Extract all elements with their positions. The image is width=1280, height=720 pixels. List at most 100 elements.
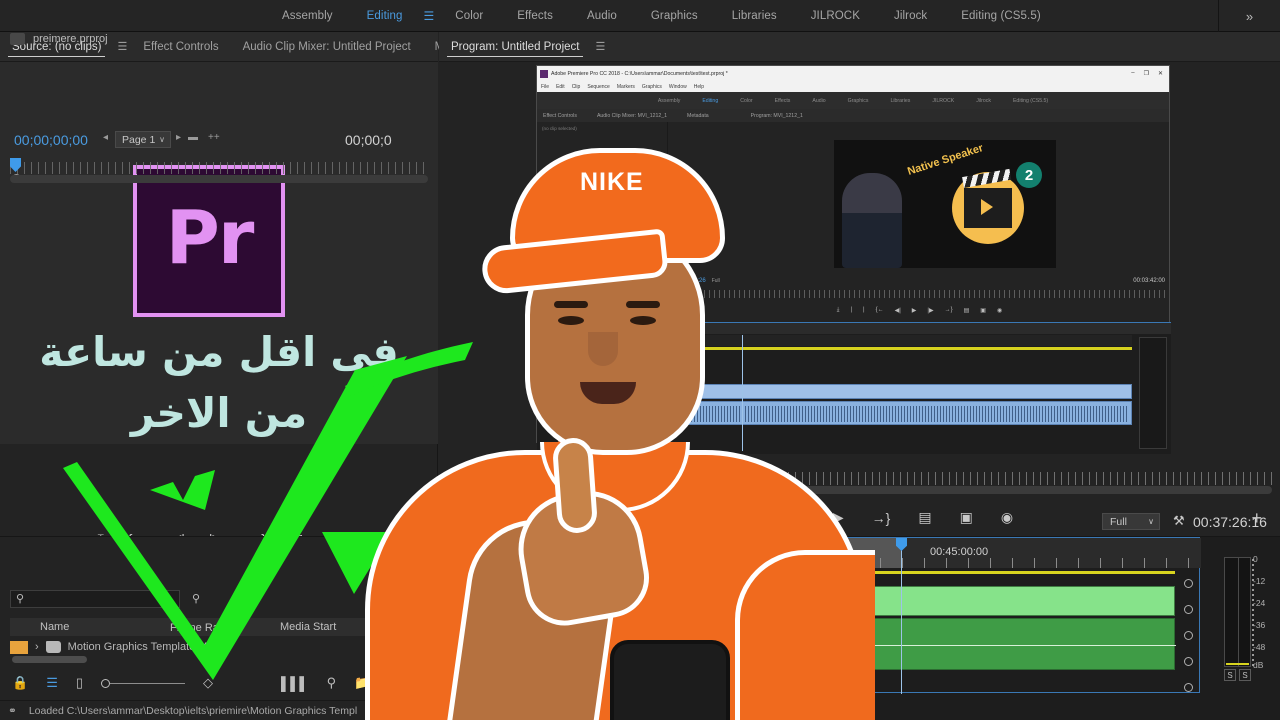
column-header-frame-rate[interactable]: Frame Rate ∧ [170, 621, 280, 634]
nested-menu-markers[interactable]: Markers [617, 84, 635, 90]
program-play-icon[interactable]: |▶ [829, 509, 843, 526]
nested-go-to-out-icon[interactable]: →} [945, 307, 953, 313]
nested-timeline-timecode[interactable]: 00:00:13:26 [545, 337, 586, 346]
nested-menu-file[interactable]: File [541, 84, 549, 90]
nested-tab-metadata[interactable]: Metadata [687, 113, 709, 119]
program-step-back-icon[interactable]: ◀| [787, 509, 801, 526]
nested-ws-libraries[interactable]: Libraries [890, 98, 910, 104]
program-button-editor-icon[interactable]: + [1251, 508, 1262, 529]
track-knob[interactable] [1184, 683, 1193, 692]
track-knob[interactable] [1184, 631, 1193, 640]
nested-wrench-icon[interactable]: ⚒ [584, 348, 588, 354]
nested-tab-program[interactable]: Program: MVI_1212_1 [751, 113, 803, 119]
source-monitor-canvas[interactable]: Pr فى اقل من ساعة من الاخر [0, 62, 438, 444]
workspace-item-assembly[interactable]: Assembly [265, 0, 350, 32]
nested-program-timecode-current[interactable]: 00:00:13:26 [674, 278, 706, 284]
nested-step-forward-icon[interactable]: |▶ [927, 307, 933, 314]
nested-program-timecode-duration[interactable]: 00:03:42:00 [1133, 278, 1165, 284]
workspace-burger-icon[interactable]: ☰ [420, 0, 439, 32]
workspace-item-audio[interactable]: Audio [570, 0, 634, 32]
column-header-media-start[interactable]: Media Start [280, 621, 390, 633]
program-export-frame-icon[interactable]: ◉ [1001, 509, 1013, 526]
nested-menu-window[interactable]: Window [669, 84, 687, 90]
search-input[interactable] [10, 590, 180, 608]
timeline-playhead-line[interactable] [901, 538, 902, 694]
source-timecode-current[interactable]: 00;00;00;00 [14, 132, 88, 148]
nested-program-ruler[interactable] [674, 290, 1166, 298]
nested-menu-graphics[interactable]: Graphics [642, 84, 662, 90]
filter-bin-icon[interactable]: ⚲ [192, 592, 200, 605]
program-step-forward-icon[interactable]: →} [872, 510, 891, 526]
nested-go-to-in-icon[interactable]: {← [876, 307, 884, 313]
timeline-audio-clip[interactable]: fx [440, 618, 1176, 670]
program-mark-in-icon[interactable]: ⤒ [706, 509, 712, 526]
nested-ws-audio[interactable]: Audio [812, 98, 825, 104]
nested-magnet-icon[interactable]: ⊔ [555, 348, 559, 354]
page-close-icon[interactable]: ▬ [188, 132, 198, 143]
source-panel-burger-icon[interactable]: ☰ [113, 40, 131, 53]
minimize-icon[interactable]: – [1131, 70, 1134, 77]
project-horizontal-scrollbar[interactable] [12, 656, 87, 663]
nested-timeline-ruler[interactable] [640, 335, 1132, 346]
nested-program-fit-label[interactable]: Full [712, 278, 720, 284]
nested-track-v3[interactable]: ◉ ◉ [567, 371, 585, 377]
nested-track-v2[interactable]: ◉ ◉ [567, 383, 585, 389]
nested-ws-jilrock-upper[interactable]: JILROCK [932, 98, 954, 104]
nested-extract-icon[interactable]: ▣ [980, 307, 986, 314]
sort-icon[interactable]: ▌▌▌ [281, 676, 309, 691]
freeform-view-icon[interactable]: ◇ [203, 675, 213, 691]
nested-menu-clip[interactable]: Clip [572, 84, 581, 90]
find-icon[interactable]: ⚲ [327, 675, 337, 691]
maximize-icon[interactable]: ❐ [1144, 70, 1149, 77]
column-header-name[interactable]: Name [10, 621, 170, 633]
nested-play-icon[interactable]: ▶ [912, 307, 917, 314]
tab-effect-controls[interactable]: Effect Controls [131, 32, 230, 62]
track-knob[interactable] [1184, 657, 1193, 666]
nested-lift-icon[interactable]: ▤ [964, 307, 970, 314]
timeline-sequence[interactable]: 00:30:00:00 00:45:00:00 d Seq fx Nested … [439, 537, 1201, 694]
nested-ws-jilrock[interactable]: Jilrock [976, 98, 991, 104]
program-extract-icon[interactable]: ▣ [960, 509, 973, 526]
table-row[interactable]: › Motion Graphics Template M [10, 638, 438, 656]
solo-button-left[interactable]: S [1224, 669, 1236, 681]
workspace-overflow-icon[interactable]: » [1218, 0, 1280, 32]
workspace-item-libraries[interactable]: Libraries [715, 0, 794, 32]
program-go-to-in-icon[interactable]: {← [740, 510, 759, 526]
nested-snap-icon[interactable]: ◎ [545, 348, 549, 354]
new-bin-icon[interactable]: 📁 [354, 675, 370, 691]
nested-mark-out-icon[interactable]: | [850, 307, 852, 313]
nested-timeline-playhead[interactable] [742, 335, 743, 451]
new-item-icon[interactable]: ▧ [388, 675, 400, 691]
nested-marker-icon[interactable]: ● [575, 348, 578, 354]
nested-video-clip[interactable]: MVI_1212_1.MP4 [V] [640, 384, 1132, 399]
close-icon[interactable]: ✕ [1158, 70, 1163, 77]
page-next-icon[interactable]: ▸ [176, 132, 181, 143]
icon-view-icon[interactable]: ▯ [76, 675, 83, 691]
audio-meter-bars[interactable] [1224, 557, 1251, 667]
source-zoom-scrollbar[interactable] [10, 175, 428, 183]
workspace-item-effects[interactable]: Effects [500, 0, 570, 32]
nested-ws-effects[interactable]: Effects [775, 98, 791, 104]
nested-step-back-icon[interactable]: ◀| [895, 307, 901, 314]
track-knob[interactable] [1184, 605, 1193, 614]
nested-ws-editing-cs55[interactable]: Editing (CS5.5) [1013, 98, 1048, 104]
nested-linked-icon[interactable]: ∞ [565, 348, 569, 354]
program-zoom-scrollbar[interactable] [452, 486, 1272, 494]
workspace-item-jilrock[interactable]: Jilrock [877, 0, 944, 32]
zoom-slider-knob[interactable] [101, 678, 110, 688]
workspace-item-editing[interactable]: Editing [350, 0, 420, 32]
delete-icon[interactable]: 🗑 [419, 675, 436, 691]
tab-audio-clip-mixer[interactable]: Audio Clip Mixer: Untitled Project [231, 32, 423, 62]
source-time-ruler[interactable] [10, 162, 428, 174]
program-time-ruler[interactable] [452, 472, 1272, 485]
solo-button-right[interactable]: S [1239, 669, 1251, 681]
program-panel-burger-icon[interactable]: ☰ [591, 40, 609, 53]
nested-export-frame-icon[interactable]: ◉ [997, 307, 1002, 314]
workspace-item-graphics[interactable]: Graphics [634, 0, 715, 32]
nested-track-v1[interactable]: ◉ ◉ [567, 395, 585, 401]
source-page-selector[interactable]: Page 1 ∨ [115, 131, 171, 148]
workspace-item-jilrock-upper[interactable]: JILROCK [794, 0, 877, 32]
nested-timeline-tab[interactable]: MVI_1212_1 [537, 323, 1171, 334]
nested-menu-sequence[interactable]: Sequence [587, 84, 610, 90]
nested-ws-color[interactable]: Color [740, 98, 752, 104]
